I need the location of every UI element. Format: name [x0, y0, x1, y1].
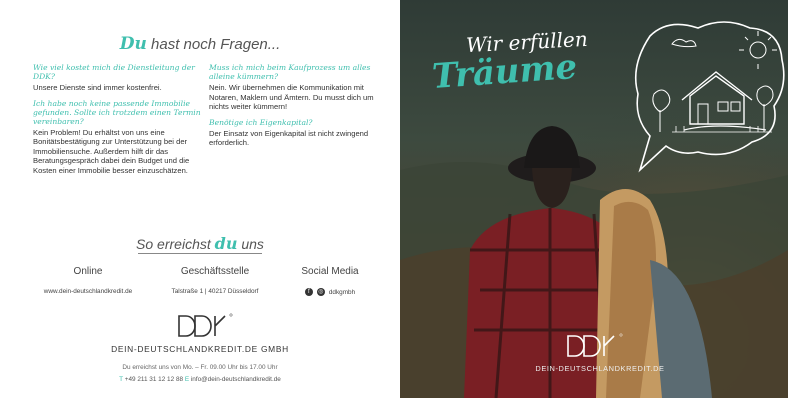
faq-answer: Kein Problem! Du erhältst von uns eine B…: [33, 127, 190, 175]
opening-hours: Du erreichst uns von Mo. – Fr. 09.00 Uhr…: [122, 364, 278, 371]
contact-social: Social Media f ◎ ddkgmbh: [280, 266, 380, 296]
faq-question: Muss ich mich beim Kaufprozess um alles …: [209, 63, 371, 81]
phone-number[interactable]: +49 211 31 12 12 88: [123, 376, 185, 383]
reach-underline: [138, 253, 262, 254]
faq-answer: Der Einsatz von Eigenkapital ist nicht z…: [209, 128, 369, 148]
website-link[interactable]: www.dein-deutschlandkredit.de: [26, 288, 150, 295]
email-address[interactable]: info@dein-deutschlandkredit.de: [189, 376, 281, 383]
contact-office-label: Geschäftsstelle: [180, 266, 250, 277]
headline-accent: Du: [119, 34, 147, 54]
social-handle-row: f ◎ ddkgmbh: [280, 288, 380, 296]
faq-question: Wie viel kostet mich die Dienstleitung d…: [33, 63, 195, 81]
ddk-logo-white: [567, 333, 623, 357]
faq-answer: Nein. Wir übernehmen die Kommunikation m…: [209, 83, 374, 112]
ddk-logo: [178, 313, 233, 337]
faq-answer: Unsere Dienste sind immer kostenfrei.: [33, 83, 162, 92]
facebook-icon[interactable]: f: [304, 288, 313, 296]
faq-question: Benötige ich Eigenkapital?: [209, 117, 313, 127]
social-handle[interactable]: ddkgmbh: [329, 289, 355, 296]
faq-headline: Du hast noch Fragen...: [0, 34, 400, 54]
contact-line: T +49 211 31 12 12 88 E info@dein-deutsc…: [0, 376, 400, 383]
contact-social-label: Social Media: [301, 266, 359, 277]
headline-rest: hast noch Fragen...: [146, 36, 281, 53]
instagram-icon[interactable]: ◎: [316, 288, 325, 296]
company-name: DEIN-DEUTSCHLANDKREDIT.DE GMBH: [111, 344, 289, 354]
reach-heading: So erreichst du uns: [0, 234, 400, 253]
contact-online: Online www.dein-deutschlandkredit.de: [26, 266, 150, 295]
left-panel: Du hast noch Fragen... Wie viel kostet m…: [0, 0, 400, 398]
faq-question: Ich habe noch keine passende Immobilie g…: [33, 98, 201, 126]
contact-online-label: Online: [73, 266, 103, 277]
contact-office: Geschäftsstelle Talstraße 1 | 40217 Düss…: [150, 266, 280, 295]
reach-before: So erreichst: [136, 236, 215, 252]
dream-house-bubble-icon: [634, 21, 785, 173]
office-address: Talstraße 1 | 40217 Düsseldorf: [171, 288, 259, 295]
company-name-white: DEIN-DEUTSCHLANDKREDIT.DE: [535, 364, 665, 373]
reach-after: uns: [237, 236, 264, 252]
faq-column-left: Wie viel kostet mich die Dienstleitung d…: [33, 63, 205, 182]
faq-column-right: Muss ich mich beim Kaufprozess um alles …: [209, 63, 374, 154]
reach-accent: du: [214, 234, 238, 253]
right-panel: Wir erfüllen Träume DEIN-DEUTSCHLANDKRED…: [400, 0, 788, 398]
